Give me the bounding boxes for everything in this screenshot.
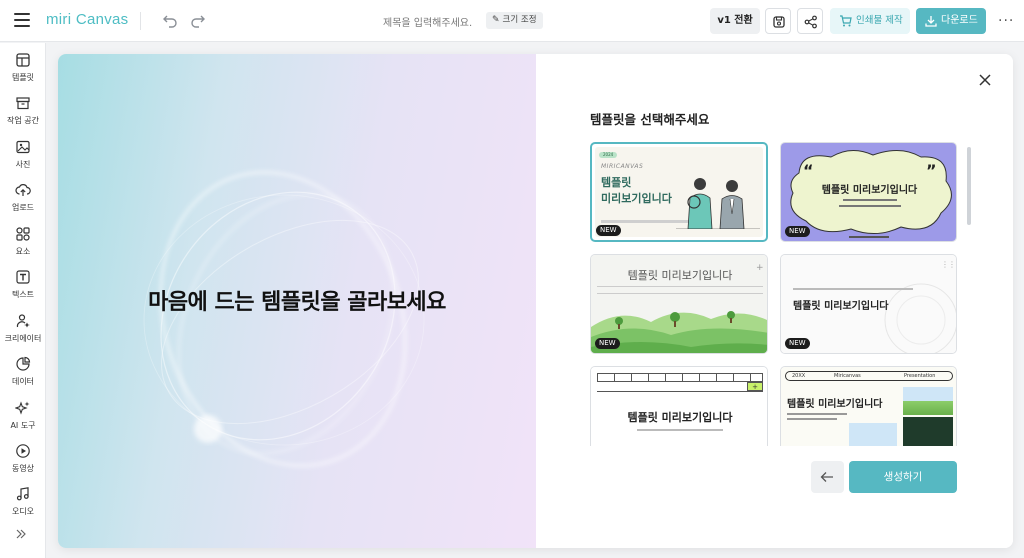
v1-switch-button[interactable]: v1 전환 <box>710 8 760 34</box>
template-title-line2: 미리보기입니다 <box>601 192 672 205</box>
landscape-photo <box>849 423 897 446</box>
hero-title: 마음에 드는 템플릿을 골라보세요 <box>148 290 446 315</box>
scrollbar-thumb[interactable] <box>967 147 971 225</box>
template-panel: 템플릿을 선택해주세요 2024 MIRICANVAS 템플릿 미리보기입니다 <box>536 54 1013 548</box>
sidebar-item-text[interactable]: 텍스트 <box>0 269 46 309</box>
template-grid: 2024 MIRICANVAS 템플릿 미리보기입니다 NEW “ ” 템플릿 … <box>590 142 962 446</box>
year-pill: 2024 <box>599 152 618 158</box>
play-icon <box>16 444 30 458</box>
save-to-device-button[interactable] <box>765 8 791 34</box>
pencil-icon: ✎ <box>492 15 500 25</box>
drag-handle-icon: ⋮⋮ <box>941 260 956 269</box>
quote-close: ” <box>926 161 937 180</box>
template-title: 템플릿 미리보기입니다 <box>787 399 883 410</box>
back-button[interactable] <box>811 461 844 493</box>
template-title: 템플릿 미리보기입니다 <box>627 411 733 424</box>
share-icon <box>804 15 817 29</box>
new-badge: NEW <box>595 338 620 349</box>
shapes-icon <box>16 227 30 241</box>
divider <box>140 12 141 30</box>
sidebar-item-video[interactable]: 동영상 <box>0 443 46 483</box>
subtitle-placeholder <box>839 205 901 207</box>
people-illustration <box>676 178 760 229</box>
undo-icon[interactable] <box>162 12 178 28</box>
expand-sidebar-icon[interactable] <box>15 528 27 543</box>
sidebar: 템플릿 작업 공간 사진 업로드 요소 텍스트 크리에이터 데이터 AI 도구 … <box>0 43 46 558</box>
subtitle-placeholder <box>637 429 723 431</box>
sidebar-item-audio[interactable]: 오디오 <box>0 486 46 526</box>
panel-title: 템플릿을 선택해주세요 <box>590 112 710 127</box>
template-card-1[interactable]: 2024 MIRICANVAS 템플릿 미리보기입니다 NEW <box>590 142 768 242</box>
sidebar-item-photos[interactable]: 사진 <box>0 139 46 179</box>
template-card-6[interactable]: 20XX Miricanvas Presentation 템플릿 미리보기입니다 <box>780 366 957 446</box>
subtitle-placeholder <box>793 288 913 290</box>
create-button[interactable]: 생성하기 <box>849 461 957 493</box>
app-logo[interactable]: miri Canvas <box>46 11 128 28</box>
template-title: 템플릿 미리보기입니다 <box>627 269 733 282</box>
brand-text: MIRICANVAS <box>601 163 644 170</box>
share-button[interactable] <box>797 8 823 34</box>
template-selection-modal: 마음에 드는 템플릿을 골라보세요 템플릿을 선택해주세요 2024 MIRIC… <box>58 54 1013 548</box>
divider <box>597 293 763 294</box>
new-badge: NEW <box>785 226 810 237</box>
close-icon[interactable] <box>977 72 993 88</box>
schedule-block <box>903 417 953 446</box>
plus-icon: + <box>756 263 764 273</box>
resize-button[interactable]: ✎ 크기 조정 <box>486 12 543 29</box>
landscape-photo <box>903 387 953 415</box>
template-icon <box>16 53 30 67</box>
template-card-2[interactable]: “ ” 템플릿 미리보기입니다 NEW <box>780 142 957 242</box>
download-label: 다운로드 <box>941 15 978 26</box>
resize-label: 크기 조정 <box>502 15 537 25</box>
download-button[interactable]: 다운로드 <box>916 8 986 34</box>
template-title: 템플릿 미리보기입니다 <box>821 185 918 196</box>
sidebar-item-creator[interactable]: 크리에이터 <box>0 313 46 353</box>
download-icon <box>925 16 937 27</box>
spreadsheet-header <box>597 373 763 382</box>
slide-header: 20XX Miricanvas Presentation <box>785 371 953 381</box>
print-order-label: 인쇄물 제작 <box>856 15 903 26</box>
document-title-input[interactable]: 제목을 입력해주세요. <box>383 14 472 29</box>
subtitle-placeholder <box>843 199 897 201</box>
cart-icon <box>840 15 852 27</box>
template-card-5[interactable]: + 템플릿 미리보기입니다 <box>590 366 768 446</box>
hero-panel: 마음에 드는 템플릿을 골라보세요 <box>58 54 536 548</box>
circle-decoration <box>884 283 956 353</box>
template-card-3[interactable]: 템플릿 미리보기입니다 + NEW <box>590 254 768 354</box>
redo-icon[interactable] <box>190 12 206 28</box>
template-title: 템플릿 미리보기입니다 <box>793 301 889 312</box>
sidebar-item-elements[interactable]: 요소 <box>0 226 46 266</box>
top-bar: miri Canvas 제목을 입력해주세요. ✎ 크기 조정 v1 전환 인쇄물… <box>0 0 1024 42</box>
sparkle-icon <box>15 401 30 415</box>
arrow-left-icon <box>820 472 833 482</box>
sidebar-item-upload[interactable]: 업로드 <box>0 182 46 222</box>
chart-icon <box>16 356 31 371</box>
subtitle-placeholder <box>787 413 847 415</box>
subtitle-placeholder <box>787 418 837 420</box>
sidebar-item-ai-tools[interactable]: AI 도구 <box>0 400 46 440</box>
text-icon <box>16 270 30 284</box>
archive-icon <box>16 97 30 110</box>
creator-icon <box>16 314 30 328</box>
save-icon <box>773 16 785 28</box>
divider <box>597 391 763 392</box>
image-icon <box>16 140 30 154</box>
template-card-4[interactable]: ⋮⋮ 템플릿 미리보기입니다 NEW <box>780 254 957 354</box>
upload-icon <box>15 184 31 196</box>
quote-open: “ <box>803 161 814 180</box>
music-icon <box>16 487 29 501</box>
sidebar-item-workspace[interactable]: 작업 공간 <box>0 95 46 135</box>
print-order-button[interactable]: 인쇄물 제작 <box>830 8 910 34</box>
menu-icon[interactable] <box>14 13 30 27</box>
template-title-line1: 템플릿 <box>601 176 632 189</box>
divider <box>597 286 763 287</box>
plus-icon: + <box>747 382 763 391</box>
new-badge: NEW <box>785 338 810 349</box>
footer-placeholder <box>849 236 889 238</box>
more-options-icon[interactable]: ··· <box>998 13 1014 29</box>
sidebar-item-data[interactable]: 데이터 <box>0 356 46 396</box>
sidebar-item-templates[interactable]: 템플릿 <box>0 52 46 92</box>
new-badge: NEW <box>596 225 621 236</box>
